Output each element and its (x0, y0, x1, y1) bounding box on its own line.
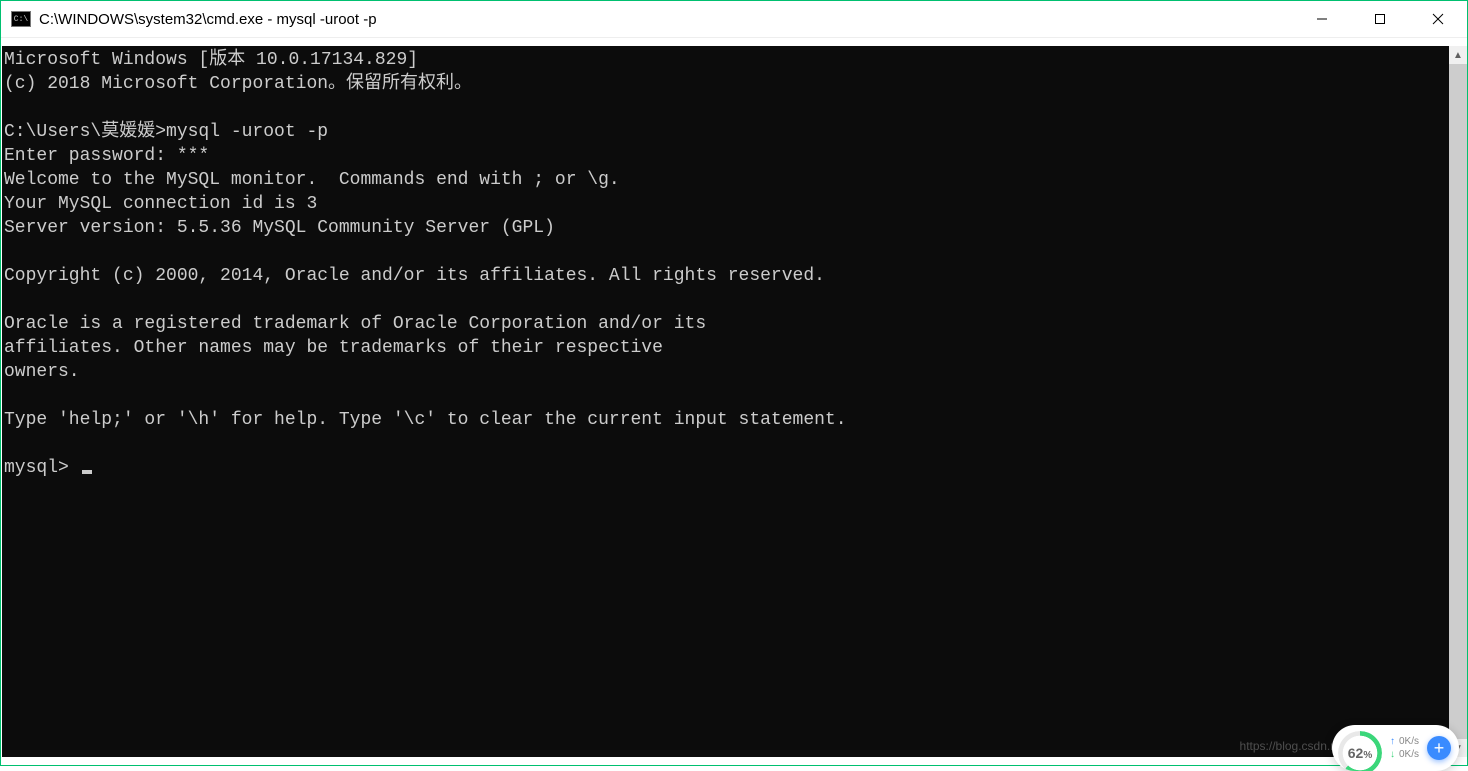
cpu-gauge: 62% (1338, 731, 1382, 771)
scroll-up-arrow-icon[interactable]: ▲ (1449, 46, 1467, 64)
terminal-content[interactable]: Microsoft Windows [版本 10.0.17134.829] (c… (2, 46, 1449, 757)
minimize-button[interactable] (1293, 1, 1351, 37)
download-speed-row: ↓ 0K/s (1390, 749, 1419, 760)
window-controls (1293, 1, 1467, 37)
gauge-ring-icon (1338, 731, 1382, 771)
system-widget[interactable]: 62% ↑ 0K/s ↓ 0K/s + (1332, 725, 1459, 771)
upload-speed: 0K/s (1399, 736, 1419, 747)
window-title: C:\WINDOWS\system32\cmd.exe - mysql -uro… (39, 11, 377, 28)
cmd-icon: C:\ (11, 11, 31, 27)
maximize-button[interactable] (1351, 1, 1409, 37)
scroll-track[interactable] (1449, 64, 1467, 739)
scroll-thumb[interactable] (1449, 64, 1467, 739)
cmd-window: C:\ C:\WINDOWS\system32\cmd.exe - mysql … (0, 0, 1468, 766)
plus-button[interactable]: + (1427, 736, 1451, 760)
vertical-scrollbar[interactable]: ▲ ▼ (1449, 46, 1467, 757)
terminal-cursor (82, 470, 92, 474)
network-speed: ↑ 0K/s ↓ 0K/s (1390, 736, 1419, 760)
download-speed: 0K/s (1399, 749, 1419, 760)
upload-arrow-icon: ↑ (1390, 736, 1395, 747)
terminal-area: Microsoft Windows [版本 10.0.17134.829] (c… (1, 38, 1467, 765)
titlebar[interactable]: C:\ C:\WINDOWS\system32\cmd.exe - mysql … (1, 1, 1467, 38)
upload-speed-row: ↑ 0K/s (1390, 736, 1419, 747)
titlebar-left: C:\ C:\WINDOWS\system32\cmd.exe - mysql … (11, 11, 377, 28)
download-arrow-icon: ↓ (1390, 749, 1395, 760)
close-button[interactable] (1409, 1, 1467, 37)
